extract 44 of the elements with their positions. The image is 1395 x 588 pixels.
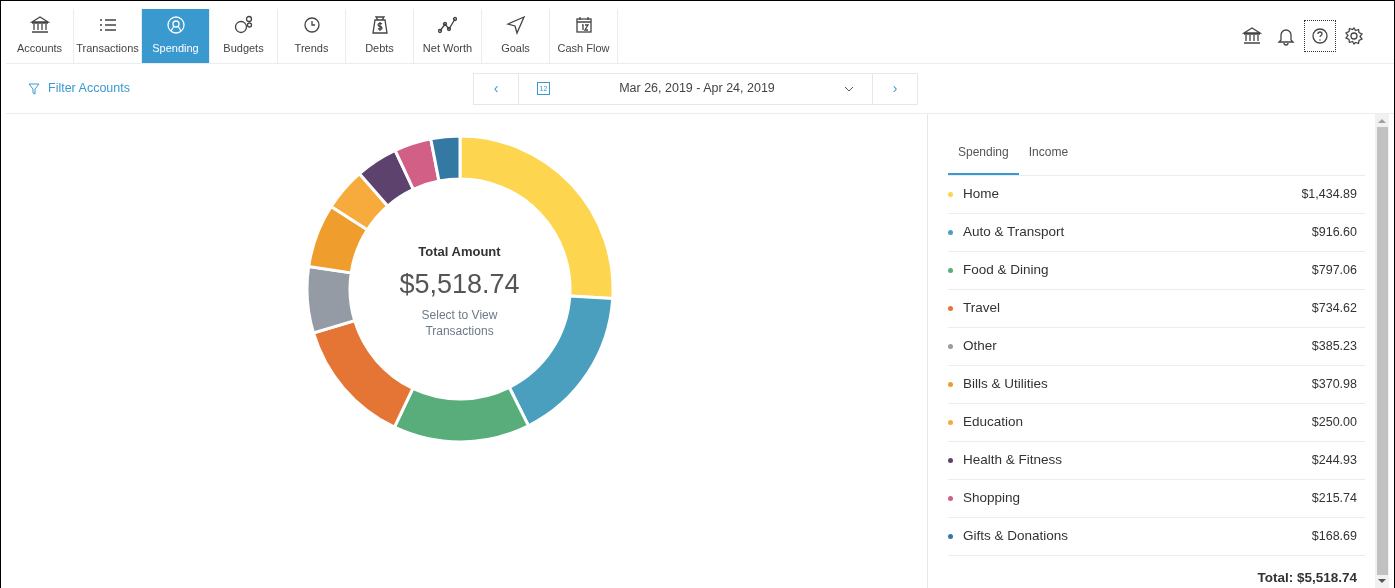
category-amount: $370.98 — [1311, 375, 1357, 393]
navigation-arrow-icon — [505, 15, 526, 36]
category-amount: $385.23 — [1311, 337, 1357, 355]
category-name[interactable]: Health & Fitness — [963, 450, 1063, 471]
money-bag-icon — [369, 15, 390, 36]
total-amount: $5,518.74 — [399, 267, 520, 301]
chart-slice[interactable] — [393, 137, 440, 191]
category-amount: $244.93 — [1311, 451, 1357, 469]
category-name[interactable]: Travel — [963, 298, 1000, 319]
category-name[interactable]: Bills & Utilities — [963, 374, 1048, 395]
settings-icon[interactable] — [1344, 26, 1364, 46]
scroll-down-icon[interactable] — [1378, 578, 1386, 584]
category-name[interactable]: Education — [963, 412, 1024, 433]
date-range-label: Mar 26, 2019 - Apr 24, 2019 — [619, 80, 775, 98]
filter-icon — [28, 82, 40, 95]
filter-label: Filter Accounts — [48, 80, 130, 98]
category-name[interactable]: Home — [963, 184, 999, 205]
calendar-icon — [573, 15, 594, 36]
category-name[interactable]: Gifts & Donations — [963, 526, 1069, 547]
bell-icon[interactable] — [1276, 26, 1296, 46]
clock-icon — [301, 15, 322, 36]
panel-tab[interactable]: Spending — [948, 132, 1019, 175]
category-amount: $1,434.89 — [1301, 185, 1357, 203]
category-name[interactable]: Other — [963, 336, 997, 357]
category-name[interactable]: Auto & Transport — [963, 222, 1065, 243]
category-amount: $250.00 — [1311, 413, 1357, 431]
nav-tab[interactable]: Transactions — [74, 9, 142, 63]
category-amount: $215.74 — [1311, 489, 1357, 507]
chart-hint: Select to View Transactions — [420, 308, 499, 340]
panel-tab[interactable]: Income — [1018, 132, 1079, 175]
line-chart-icon — [437, 15, 458, 36]
bubbles-icon — [233, 15, 254, 36]
category-name[interactable]: Shopping — [963, 488, 1021, 509]
scrollbar[interactable] — [1375, 114, 1389, 588]
category-amount: $168.69 — [1311, 527, 1357, 545]
category-amount: $797.06 — [1311, 261, 1357, 279]
chevron-down-icon — [843, 85, 854, 92]
bank-icon — [29, 15, 50, 36]
chart-title: Total Amount — [418, 243, 501, 261]
bank-icon[interactable] — [1242, 26, 1262, 46]
category-amount: $916.60 — [1311, 223, 1357, 241]
category-amount: $734.62 — [1311, 299, 1357, 317]
category-name[interactable]: Food & Dining — [963, 260, 1049, 281]
total-amount: Total: $5,518.74 — [1256, 568, 1358, 587]
